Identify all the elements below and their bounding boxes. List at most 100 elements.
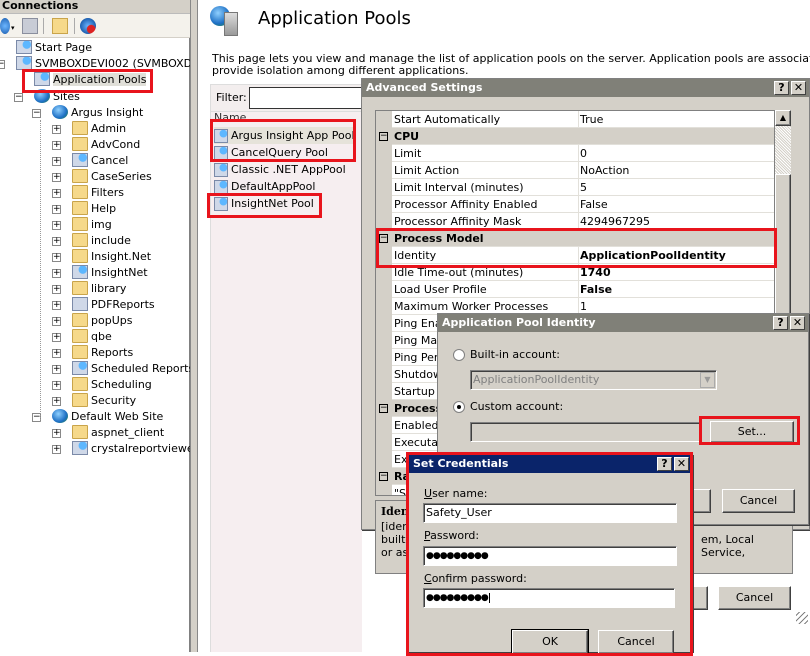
collapse-icon[interactable]: − [379, 234, 388, 243]
expand-icon[interactable]: + [52, 285, 61, 294]
tree-item[interactable]: Admin [72, 121, 126, 137]
expand-icon[interactable]: + [52, 221, 61, 230]
save-icon[interactable] [22, 18, 38, 34]
expand-icon[interactable]: + [52, 445, 61, 454]
filter-input[interactable] [249, 87, 369, 109]
tree-item[interactable]: Filters [72, 185, 124, 201]
disconnect-icon[interactable] [80, 18, 96, 34]
property-value[interactable]: 5 [580, 179, 587, 196]
expand-icon[interactable]: + [52, 301, 61, 310]
property-row[interactable]: Load User Profile False [376, 281, 774, 298]
property-row[interactable]: Start Automatically True [376, 111, 774, 128]
property-row[interactable]: Idle Time-out (minutes) 1740 [376, 264, 774, 281]
expand-icon[interactable]: + [52, 349, 61, 358]
expand-icon[interactable]: + [52, 253, 61, 262]
expand-icon[interactable]: + [52, 205, 61, 214]
tree-item[interactable]: Scheduled Reports [72, 361, 194, 377]
property-category[interactable]: − Process Model [376, 230, 774, 247]
tree-item[interactable]: include [72, 233, 131, 249]
cancel-button[interactable]: Cancel [598, 630, 674, 654]
tree-item[interactable]: popUps [72, 313, 132, 329]
expand-icon[interactable]: + [52, 365, 61, 374]
chevron-down-icon[interactable]: ▼ [700, 372, 715, 388]
expand-icon[interactable]: + [52, 381, 61, 390]
set-button[interactable]: Set... [710, 421, 794, 443]
expand-icon[interactable]: + [52, 317, 61, 326]
close-button[interactable]: ✕ [790, 316, 805, 330]
connect-icon[interactable] [0, 18, 10, 34]
tree-item[interactable]: aspnet_client [72, 425, 164, 441]
property-value[interactable]: ApplicationPoolIdentity [580, 247, 726, 264]
collapse-icon[interactable]: − [379, 132, 388, 141]
tree-item[interactable]: library [72, 281, 126, 297]
expand-icon[interactable]: + [52, 333, 61, 342]
help-button[interactable]: ? [657, 457, 672, 471]
property-row[interactable]: Limit 0 [376, 145, 774, 162]
scroll-track[interactable] [775, 126, 791, 174]
tree-item[interactable]: Sites [34, 89, 80, 105]
pool-list-item[interactable]: Argus Insight App Pool [214, 127, 355, 144]
collapse-icon[interactable]: − [32, 109, 41, 118]
property-category[interactable]: − CPU [376, 128, 774, 145]
expand-icon[interactable]: + [52, 173, 61, 182]
tree-item[interactable]: crystalreportviewers [72, 441, 204, 457]
resize-grip-icon[interactable] [796, 612, 808, 624]
property-value[interactable]: NoAction [580, 162, 629, 179]
help-button[interactable]: ? [774, 81, 789, 95]
tree-item[interactable]: Reports [72, 345, 133, 361]
expand-icon[interactable]: + [52, 189, 61, 198]
property-row[interactable]: Identity ApplicationPoolIdentity [376, 247, 774, 264]
builtin-account-select[interactable]: ApplicationPoolIdentity ▼ [470, 370, 717, 390]
collapse-icon[interactable]: − [0, 60, 5, 69]
tree-item[interactable]: Security [72, 393, 136, 409]
tree-item[interactable]: Cancel [72, 153, 128, 169]
expand-icon[interactable]: + [52, 269, 61, 278]
property-row[interactable]: Limit Action NoAction [376, 162, 774, 179]
tree-item[interactable]: Application Pools [34, 72, 147, 88]
property-value[interactable]: True [580, 111, 603, 128]
tree-item[interactable]: Start Page [16, 40, 92, 56]
close-button[interactable]: ✕ [791, 81, 806, 95]
tree-item[interactable]: Help [72, 201, 116, 217]
pool-list-item[interactable]: Classic .NET AppPool [214, 161, 346, 178]
expand-icon[interactable]: + [52, 397, 61, 406]
panel-splitter[interactable] [190, 0, 198, 652]
expand-icon[interactable]: + [52, 157, 61, 166]
tree-item[interactable]: img [72, 217, 112, 233]
property-value[interactable]: False [580, 281, 612, 298]
tree-item[interactable]: Argus Insight [52, 105, 143, 121]
property-value[interactable]: 0 [580, 145, 587, 162]
property-row[interactable]: Processor Affinity Enabled False [376, 196, 774, 213]
tree-item[interactable]: Insight.Net [72, 249, 151, 265]
dropdown-arrow-icon[interactable]: ▾ [11, 24, 19, 40]
name-column-header[interactable]: Name [214, 112, 246, 122]
builtin-account-radio[interactable] [453, 349, 465, 361]
property-value[interactable]: 4294967295 [580, 213, 650, 230]
property-row[interactable]: Limit Interval (minutes) 5 [376, 179, 774, 196]
identity-ok-button[interactable] [693, 489, 711, 513]
help-button[interactable]: ? [773, 316, 788, 330]
property-value[interactable]: False [580, 196, 608, 213]
expand-icon[interactable]: + [52, 141, 61, 150]
close-button[interactable]: ✕ [674, 457, 689, 471]
tree-item[interactable]: Scheduling [72, 377, 152, 393]
confirm-password-input[interactable]: ●●●●●●●●● [423, 588, 675, 608]
tree-item[interactable]: InsightNet [72, 265, 148, 281]
up-folder-icon[interactable] [52, 18, 68, 34]
collapse-icon[interactable]: − [379, 472, 388, 481]
collapse-icon[interactable]: − [14, 93, 23, 102]
pool-list-item[interactable]: DefaultAppPool [214, 178, 315, 195]
expand-icon[interactable]: + [52, 429, 61, 438]
tree-item[interactable]: Default Web Site [52, 409, 163, 425]
property-value[interactable]: 1740 [580, 264, 611, 281]
tree-item[interactable]: AdvCond [72, 137, 140, 153]
pool-list-item[interactable]: CancelQuery Pool [214, 144, 328, 161]
tree-item[interactable]: SVMBOXDEVI002 (SVMBOXDEVIO [16, 56, 219, 72]
scroll-up-button[interactable]: ▲ [775, 110, 791, 126]
custom-account-radio[interactable] [453, 401, 465, 413]
tree-item[interactable]: PDFReports [72, 297, 155, 313]
identity-cancel-button[interactable]: Cancel [722, 489, 795, 513]
pool-list-item[interactable]: InsightNet Pool [214, 195, 314, 212]
property-row[interactable]: Processor Affinity Mask 4294967295 [376, 213, 774, 230]
ok-button[interactable]: OK [511, 629, 589, 655]
